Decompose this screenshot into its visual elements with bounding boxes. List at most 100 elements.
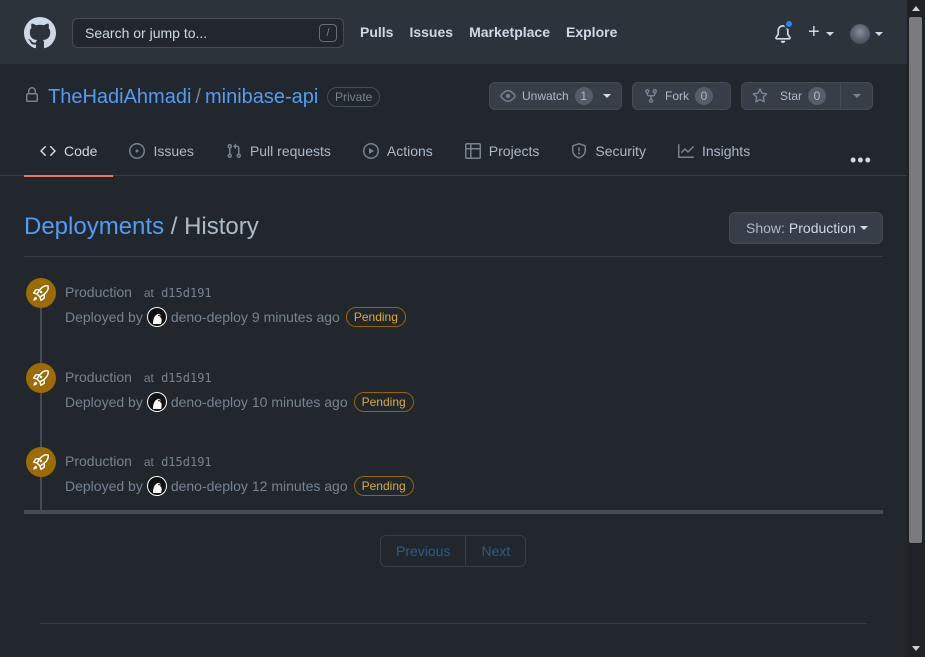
watch-count: 1 [574, 87, 593, 105]
repo-name-link[interactable]: minibase-api [205, 86, 318, 108]
repo-header: TheHadiAhmadi / minibase-api Private Unwat… [0, 64, 907, 177]
issue-icon [129, 143, 146, 159]
at-label: at [143, 286, 154, 300]
tab-actions[interactable]: Actions [347, 126, 449, 176]
environment-filter-button[interactable]: Show: Production [729, 212, 883, 244]
scroll-up-arrow-icon[interactable] [912, 6, 920, 11]
tab-label: Projects [488, 143, 540, 159]
at-label: at [143, 371, 154, 385]
rocket-icon [26, 447, 56, 477]
chevron-down-icon[interactable] [826, 32, 834, 36]
deploy-time: 12 minutes ago [251, 478, 348, 494]
divider [24, 256, 883, 257]
graph-icon [677, 144, 694, 158]
top-nav-pulls[interactable]: Pulls [360, 24, 393, 40]
environment-name[interactable]: Production [65, 453, 132, 469]
search-placeholder: Search or jump to... [85, 25, 208, 41]
star-lists-button[interactable] [840, 82, 873, 110]
environment-name[interactable]: Production [65, 369, 132, 385]
create-new-button[interactable]: + [808, 22, 820, 42]
top-nav-issues[interactable]: Issues [409, 24, 453, 40]
deno-avatar[interactable] [146, 476, 167, 496]
repo-title: TheHadiAhmadi / minibase-api [48, 86, 318, 109]
tab-pull-requests[interactable]: Pull requests [210, 126, 347, 176]
tab-projects[interactable]: Projects [449, 126, 556, 176]
tab-security[interactable]: Security [555, 126, 662, 176]
page: Search or jump to... / Pulls Issues Mark… [0, 0, 907, 657]
deployed-by-label: Deployed by [65, 478, 143, 494]
unwatch-label: Unwatch [522, 89, 569, 103]
deployment-environment: Production at d15d191 [65, 284, 212, 300]
previous-page-button[interactable]: Previous [381, 536, 465, 566]
star-button[interactable]: Star 0 [741, 82, 841, 110]
chevron-down-icon[interactable] [875, 32, 883, 36]
deployment-meta: Deployed by deno-deploy 9 minutes ago Pe… [65, 307, 406, 327]
status-badge: Pending [353, 392, 414, 412]
title-separator: / [170, 213, 178, 240]
deployments-link[interactable]: Deployments [24, 213, 164, 240]
deploy-time: 9 minutes ago [251, 309, 340, 325]
top-nav-explore[interactable]: Explore [566, 24, 617, 40]
commit-sha[interactable]: d15d191 [161, 286, 212, 300]
deployment-item: Production at d15d191 Deployed by deno-d… [24, 273, 883, 343]
user-avatar[interactable] [850, 24, 870, 44]
commit-ref: at d15d191 [144, 286, 212, 300]
chevron-down-icon [852, 94, 861, 98]
deno-avatar[interactable] [146, 307, 167, 327]
shield-icon [572, 143, 587, 159]
visibility-badge: Private [327, 87, 381, 107]
environment-name[interactable]: Production [65, 284, 132, 300]
status-badge: Pending [353, 476, 414, 496]
pagination: Previous Next [380, 535, 527, 567]
top-nav-marketplace[interactable]: Marketplace [469, 24, 550, 40]
repo-tabs: Code Issues Pull requests Actions Projec… [24, 126, 766, 177]
vertical-scrollbar[interactable] [907, 0, 925, 657]
fork-button[interactable]: Fork 0 [632, 82, 731, 110]
notification-indicator [784, 19, 794, 29]
deploy-time: 10 minutes ago [251, 394, 348, 410]
next-page-button[interactable]: Next [465, 536, 525, 566]
table-icon [464, 143, 481, 159]
star-label: Star [780, 89, 803, 103]
github-logo-icon[interactable] [24, 17, 56, 49]
chevron-down-icon [602, 94, 611, 98]
actor-name[interactable]: deno-deploy [171, 309, 248, 325]
search-shortcut-key: / [319, 24, 337, 42]
scroll-down-arrow-icon[interactable] [912, 646, 920, 651]
repo-owner-link[interactable]: TheHadiAhmadi [48, 86, 191, 108]
top-nav: Pulls Issues Marketplace Explore [360, 24, 617, 40]
actor-name[interactable]: deno-deploy [171, 394, 248, 410]
lock-icon [26, 87, 38, 102]
deployment-environment: Production at d15d191 [65, 369, 212, 385]
status-badge: Pending [345, 307, 406, 327]
tab-label: Security [595, 143, 646, 159]
search-input[interactable]: Search or jump to... / [72, 18, 344, 48]
commit-sha[interactable]: d15d191 [161, 455, 212, 469]
more-tabs-button[interactable]: ••• [850, 150, 872, 171]
pull-request-icon [227, 143, 241, 159]
rocket-icon [26, 278, 56, 308]
tab-issues[interactable]: Issues [113, 126, 209, 176]
tab-code[interactable]: Code [24, 126, 114, 177]
fork-label: Fork [665, 89, 689, 103]
chevron-down-icon [859, 226, 868, 230]
tab-label: Actions [386, 143, 433, 159]
page-title: Deployments / History [24, 213, 259, 241]
rocket-icon [26, 363, 56, 393]
tab-insights[interactable]: Insights [662, 126, 766, 176]
commit-sha[interactable]: d15d191 [161, 371, 212, 385]
deno-avatar[interactable] [146, 392, 167, 412]
at-label: at [143, 455, 154, 469]
tab-label: Code [64, 143, 98, 159]
fork-icon [645, 89, 657, 104]
star-icon [752, 88, 768, 103]
deployment-meta: Deployed by deno-deploy 10 minutes ago P… [65, 392, 414, 412]
scrollbar-thumb[interactable] [909, 17, 922, 543]
tab-label: Insights [701, 143, 751, 159]
code-icon [40, 145, 56, 157]
unwatch-button[interactable]: Unwatch 1 [489, 82, 622, 110]
actor-name[interactable]: deno-deploy [171, 478, 248, 494]
deployed-by-label: Deployed by [65, 309, 143, 325]
star-count: 0 [808, 87, 827, 105]
deployment-item: Production at d15d191 Deployed by deno-d… [24, 358, 883, 428]
